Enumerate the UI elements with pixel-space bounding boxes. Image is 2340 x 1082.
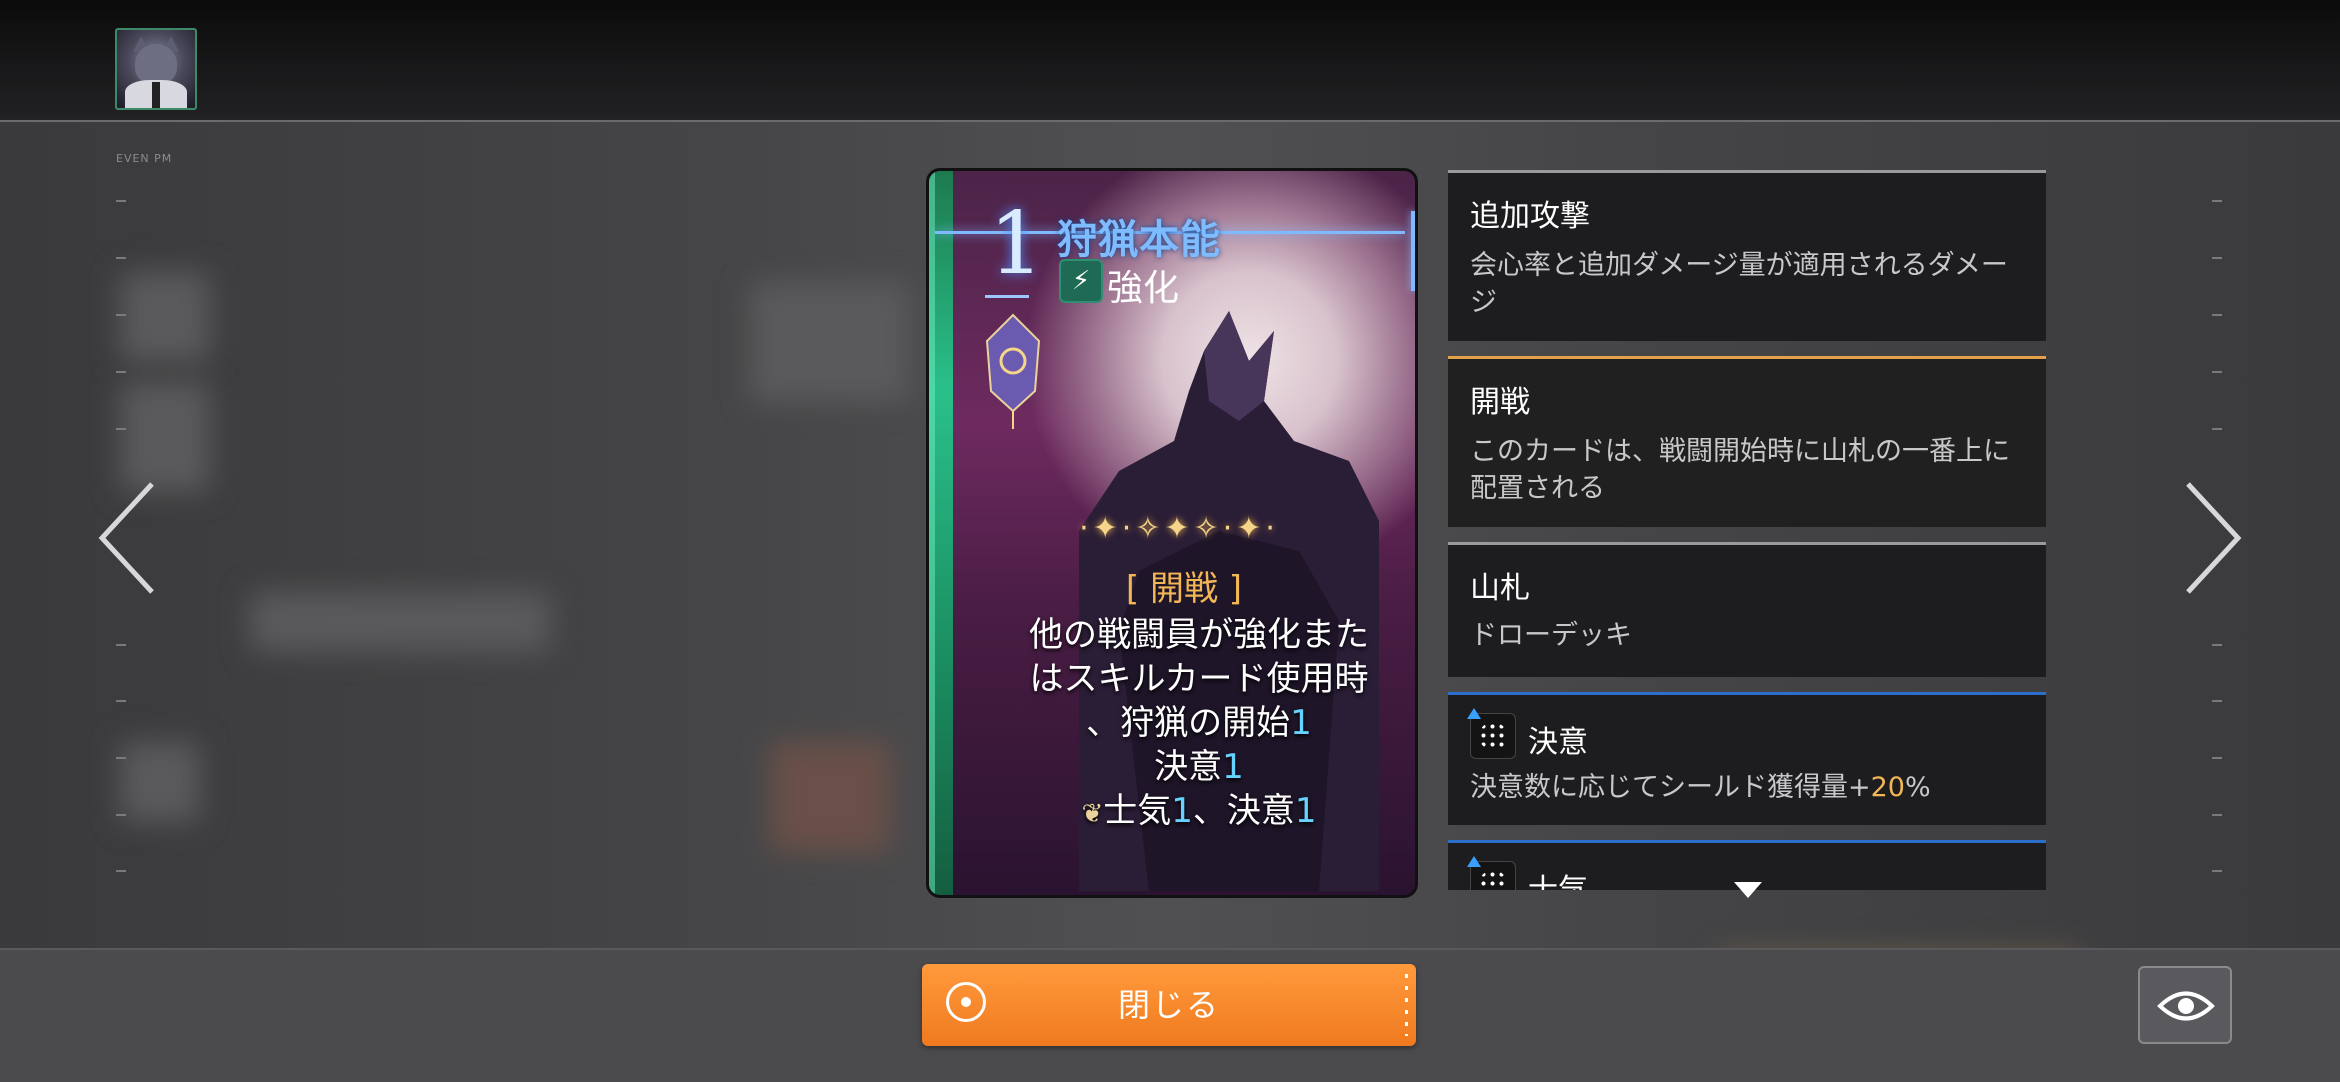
desc-number: 1 <box>1171 791 1193 831</box>
body-text: % <box>1904 772 1931 803</box>
card-desc-line: 他の戦闘員が強化また <box>1029 615 1369 655</box>
next-card-button[interactable] <box>2176 478 2246 598</box>
cost-underline <box>985 295 1029 298</box>
close-button[interactable]: 閉じる <box>922 964 1416 1046</box>
bg-blur-block <box>120 382 210 492</box>
bg-blur-block <box>120 742 200 822</box>
avatar-tie <box>152 82 160 108</box>
keyword-glossary-panel[interactable]: 追加攻撃 会心率と追加ダメージ量が適用されるダメージ 開戦 このカードは、戦闘開… <box>1448 170 2046 890</box>
card-desc-line: ❦士気1、決意1 <box>999 789 1399 837</box>
chevron-left-icon <box>98 482 154 594</box>
card-type: 強化 <box>1107 268 1180 309</box>
glossary-entry: 開戦 このカードは、戦闘開始時に山札の一番上に配置される <box>1448 356 2046 527</box>
bg-blur-block <box>750 282 910 402</box>
top-bar <box>0 0 2340 122</box>
glossary-body: このカードは、戦闘開始時に山札の一番上に配置される <box>1470 436 2010 504</box>
eye-icon <box>2157 991 2215 1021</box>
chevron-right-icon <box>2186 482 2242 594</box>
morale-icon <box>1467 856 1516 890</box>
card-keyword-tag: [ 開戦 ] <box>1125 569 1243 609</box>
prev-card-button[interactable] <box>94 478 164 598</box>
desc-number: 1 <box>1290 703 1312 743</box>
card-edge-glow <box>1411 211 1415 291</box>
desc-number: 1 <box>1294 791 1317 831</box>
desc-text: 、狩猟の開始 <box>1086 703 1291 743</box>
card-desc-line: 決意1 <box>999 745 1399 790</box>
card-cost: 1 <box>989 194 1044 294</box>
desc-text: 士気 <box>1103 791 1172 831</box>
desc-text: 決意 <box>1154 747 1223 787</box>
bg-blur-block <box>120 272 210 362</box>
character-avatar[interactable] <box>115 28 197 110</box>
glossary-entry: 追加攻撃 会心率と追加ダメージ量が適用されるダメージ <box>1448 170 2046 341</box>
glossary-body: 会心率と追加ダメージ量が適用されるダメージ <box>1470 250 2008 318</box>
faction-crest-icon <box>985 313 1041 429</box>
body-value: 20 <box>1870 772 1905 803</box>
card-desc-line: 、狩猟の開始1 <box>999 701 1399 746</box>
glossary-entry: 山札 ドローデッキ <box>1448 542 2046 677</box>
card-name: 狩猟本能 <box>1057 217 1221 263</box>
avatar-head <box>135 44 177 84</box>
card-desc-line: はスキルカード使用時 <box>1029 659 1369 699</box>
glossary-title: 追加攻撃 <box>1470 199 1590 234</box>
view-toggle-button[interactable] <box>2138 966 2232 1044</box>
glossary-title: 開戦 <box>1470 385 1530 420</box>
bg-blur-block <box>250 592 550 652</box>
background-label: EVEN PM <box>116 152 173 165</box>
upgrade-crest-icon: ❦ <box>1081 799 1104 829</box>
glossary-body: 決意数に応じてシールド獲得量+20% <box>1470 769 2030 806</box>
glossary-body: ドローデッキ <box>1470 620 1632 651</box>
skill-card: 1 狩猟本能 ⚡ 強化 ·✦·✧✦✧·✦· [ 開戦 ] 他の戦闘員が強化また … <box>926 168 1418 898</box>
scroll-down-icon[interactable] <box>1734 882 1762 898</box>
glossary-title: 士気 <box>1528 865 1588 890</box>
resolve-icon <box>1467 708 1516 759</box>
button-dots-decoration <box>1405 974 1408 1036</box>
glossary-title: 山札 <box>1470 571 1530 606</box>
desc-number: 1 <box>1222 747 1244 787</box>
glossary-title: 決意 <box>1528 725 1588 760</box>
lightning-icon: ⚡ <box>1059 259 1103 303</box>
bg-blur-block <box>770 742 890 852</box>
glossary-entry: 決意 決意数に応じてシールド獲得量+20% <box>1448 692 2046 825</box>
sparkle-divider-icon: ·✦·✧✦✧·✦· <box>1079 511 1279 546</box>
desc-text: 、決意 <box>1192 791 1295 831</box>
close-button-label: 閉じる <box>1117 986 1220 1024</box>
card-stripe-glow <box>929 171 935 895</box>
body-text: 決意数に応じてシールド獲得量+ <box>1470 772 1871 803</box>
